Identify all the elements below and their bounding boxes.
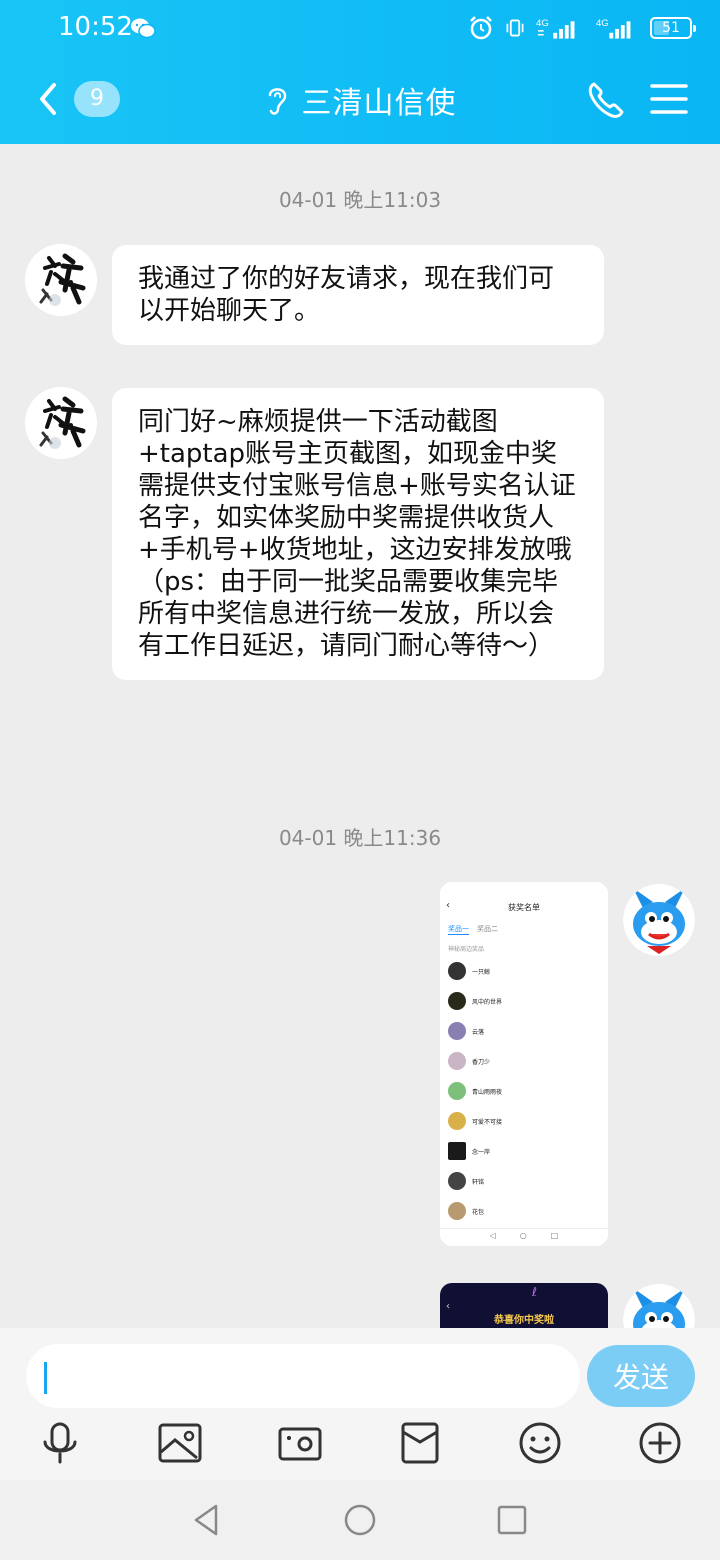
mini-title: 获奖名单: [508, 903, 540, 912]
mini-winner-row: 轩铭: [448, 1172, 484, 1190]
mini-winner-name: 一只鲸: [472, 968, 491, 976]
calligraphy-avatar-icon: [25, 244, 97, 316]
mini-winner-name: 香刀少: [472, 1058, 491, 1066]
mini-winner-name: 念一岸: [472, 1148, 491, 1156]
my-avatar[interactable]: [623, 884, 695, 956]
mini-winner-row: 香刀少: [448, 1052, 490, 1070]
mini-tabs: 奖品一 奖品二: [448, 924, 498, 935]
vibrate-icon: [506, 19, 524, 37]
menu-icon[interactable]: [650, 82, 688, 116]
system-nav-bar: [0, 1480, 720, 1560]
input-toolbar: [0, 1420, 720, 1470]
mini-avatar: [448, 992, 466, 1010]
recent-apps-icon[interactable]: [494, 1502, 530, 1538]
battery-percent: 51: [662, 20, 680, 36]
wechat-notification-icon: [131, 18, 156, 39]
mini-back-nav-icon: ◁: [489, 1231, 496, 1240]
image-message[interactable]: ‹ 获奖名单 奖品一 奖品二 神秘周边奖品 一只鲸 风中的世界 云落 香刀少 青…: [440, 882, 608, 1246]
blue-rabbit-avatar-icon: [623, 1284, 695, 1328]
blue-rabbit-avatar-icon: [623, 884, 695, 956]
input-area: 发送: [0, 1328, 720, 1480]
mini-winner-name: 可爱不可接: [472, 1118, 503, 1126]
mini-avatar: [448, 1082, 466, 1100]
microphone-icon[interactable]: [37, 1420, 83, 1466]
mini-nav-bar: ◁ ○ □: [440, 1228, 608, 1242]
mini-recent-nav-icon: □: [550, 1231, 559, 1240]
mini-section-label: 神秘周边奖品: [448, 946, 485, 953]
camera-icon[interactable]: [277, 1420, 323, 1466]
contact-avatar[interactable]: [25, 244, 97, 316]
mini-avatar: [448, 1052, 466, 1070]
mini-tab: 奖品一: [448, 925, 469, 935]
photo-icon[interactable]: [157, 1420, 203, 1466]
timestamp: 04-01 晚上11:36: [278, 826, 442, 850]
image-message[interactable]: ‹ ℓ 恭喜你中奖啦: [440, 1283, 608, 1328]
back-triangle-icon[interactable]: [188, 1502, 224, 1538]
confetti-icon: ℓ: [532, 1285, 537, 1299]
signal-icon-2: 4G: [596, 18, 631, 39]
send-button[interactable]: 发送: [587, 1345, 695, 1407]
network-label-1: 4G: [536, 18, 549, 29]
text-caret: [44, 1362, 47, 1394]
battery-icon: 51: [650, 17, 696, 39]
mini-avatar: [448, 1172, 466, 1190]
home-circle-icon[interactable]: [342, 1502, 378, 1538]
message-bubble[interactable]: 我通过了你的好友请求，现在我们可以开始聊天了。: [112, 245, 604, 345]
status-icons: 4G 4G 51: [468, 14, 696, 42]
mini-winner-row: 风中的世界: [448, 992, 502, 1010]
mini-winner-name: 云落: [472, 1028, 485, 1036]
mini-avatar: [448, 962, 466, 980]
prize-screenshot: ‹ ℓ 恭喜你中奖啦: [440, 1283, 608, 1328]
mini-winner-name: 轩铭: [472, 1178, 485, 1186]
chat-title: 三清山信使: [301, 86, 457, 121]
timestamp: 04-01 晚上11:03: [278, 188, 442, 212]
mini-winner-name: 花包: [472, 1208, 485, 1216]
mini-avatar: [448, 1142, 466, 1160]
mini-avatar: [448, 1112, 466, 1130]
mini-winner-row: 念一岸: [448, 1142, 490, 1160]
network-label-2: 4G: [596, 18, 609, 29]
chat-area[interactable]: 04-01 晚上11:03 我通过了你的好友请求，现在我们可以开始聊天了。 同门…: [0, 144, 720, 1328]
contact-avatar[interactable]: [25, 387, 97, 459]
ear-icon: [268, 88, 286, 115]
mini-winner-row: 花包: [448, 1202, 484, 1220]
mini-winner-name: 青山雨雨夜: [472, 1088, 503, 1096]
mini-winner-row: 一只鲸: [448, 962, 490, 980]
my-avatar[interactable]: [623, 1284, 695, 1328]
message-bubble[interactable]: 同门好~麻烦提供一下活动截图+taptap账号主页截图，如现金中奖需提供支付宝账…: [112, 388, 604, 680]
mini-winner-name: 风中的世界: [472, 998, 503, 1006]
mini-winner-row: 云落: [448, 1022, 484, 1040]
mini-avatar: [448, 1202, 466, 1220]
message-input[interactable]: [26, 1344, 580, 1408]
mini-home-nav-icon: ○: [519, 1231, 527, 1240]
plus-icon[interactable]: [637, 1420, 683, 1466]
calligraphy-avatar-icon: [25, 387, 97, 459]
status-time: 10:52: [58, 12, 133, 42]
alarm-icon: [470, 16, 492, 40]
chat-header: 10:52 4G 4G 51 9 三清山信使: [0, 0, 720, 144]
red-packet-icon[interactable]: [397, 1420, 443, 1466]
phone-icon[interactable]: [586, 80, 626, 120]
battery-tip: [693, 25, 696, 32]
mini-winner-row: 青山雨雨夜: [448, 1082, 502, 1100]
emoji-icon[interactable]: [517, 1420, 563, 1466]
signal-icon-1: 4G: [536, 18, 575, 39]
mini-tab: 奖品二: [477, 925, 498, 933]
mini-avatar: [448, 1022, 466, 1040]
status-bar: 10:52 4G 4G 51: [0, 0, 720, 56]
winner-list-screenshot: ‹ 获奖名单 奖品一 奖品二 神秘周边奖品 一只鲸 风中的世界 云落 香刀少 青…: [440, 882, 608, 1246]
mini-winner-row: 可爱不可接: [448, 1112, 502, 1130]
prize-caption: 恭喜你中奖啦: [494, 1315, 554, 1326]
